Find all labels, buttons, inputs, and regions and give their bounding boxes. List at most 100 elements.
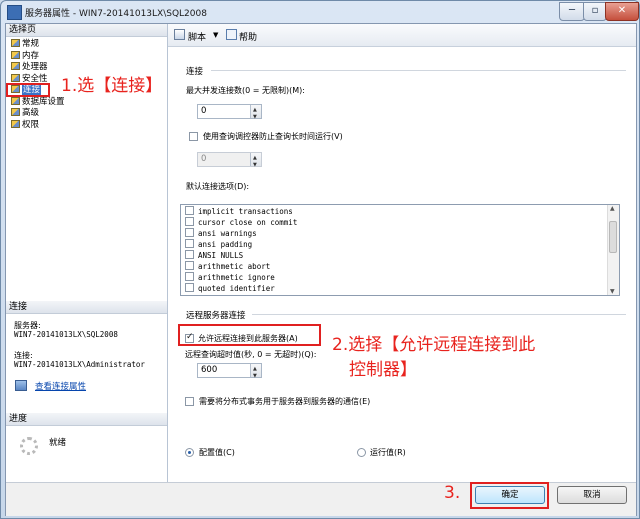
- page-wrench-icon: [11, 119, 20, 128]
- annotation-step3: 3.: [444, 483, 461, 503]
- nav-item[interactable]: 权限: [11, 119, 40, 130]
- list-item[interactable]: ansi warnings: [185, 228, 257, 239]
- annotation-step1: 1.选【连接】: [61, 76, 163, 96]
- nav-item[interactable]: 内存: [11, 50, 40, 61]
- page-wrench-icon: [11, 39, 20, 47]
- remote-timeout-input[interactable]: 600: [197, 363, 262, 383]
- annotation-step2-line2: 控制器】: [349, 360, 417, 380]
- nav-item[interactable]: 处理器: [11, 62, 48, 72]
- nav-item-label: 数据库设置: [22, 96, 65, 107]
- option-checkbox[interactable]: [185, 272, 194, 281]
- list-item[interactable]: arithmetic ignore: [185, 272, 275, 283]
- nav-item-label: 安全性: [22, 73, 48, 84]
- cancel-button[interactable]: 取消: [557, 486, 627, 504]
- maximize-button[interactable]: ▫: [583, 2, 607, 21]
- script-button[interactable]: 脚本: [188, 30, 206, 43]
- select-page-header: 选择页: [6, 24, 167, 37]
- option-label: ansi warnings: [198, 229, 257, 238]
- scroll-thumb[interactable]: [609, 221, 617, 253]
- view-connection-properties-link[interactable]: 查看连接属性: [35, 380, 86, 392]
- max-connections-spinner[interactable]: [250, 104, 261, 124]
- option-checkbox[interactable]: [185, 228, 194, 237]
- distributed-transactions-label: 需要将分布式事务用于服务器到服务器的通信(E): [199, 397, 371, 406]
- app-icon: [7, 5, 22, 20]
- remote-timeout-label: 远程查询超时值(秒, 0 = 无超时)(Q):: [185, 350, 317, 359]
- window-title: 服务器属性 - WIN7-20141013LX\SQL2008: [25, 9, 207, 19]
- nav-item-label: 权限: [22, 119, 40, 130]
- nav-item[interactable]: 常规: [11, 39, 39, 49]
- page-wrench-icon: [11, 50, 20, 59]
- remote-divider: [252, 314, 626, 315]
- nav-item-label: 高级: [22, 108, 40, 118]
- query-governor-value: 0: [201, 154, 207, 164]
- query-governor-spinner[interactable]: [250, 152, 261, 172]
- ok-button-highlight: [470, 482, 549, 509]
- toolbar: 脚本 ▼ 帮助: [168, 24, 636, 47]
- option-checkbox[interactable]: [185, 250, 194, 259]
- help-icon: [226, 29, 237, 40]
- max-connections-label: 最大并发连接数(0 = 无限制)(M):: [186, 86, 305, 95]
- option-label: ANSI NULLS: [198, 251, 244, 260]
- script-icon: [174, 29, 185, 40]
- list-item[interactable]: ansi padding: [185, 239, 252, 250]
- list-item[interactable]: ANSI NULLS: [185, 250, 243, 261]
- nav-item[interactable]: 数据库设置: [11, 96, 65, 107]
- minimize-button[interactable]: ─: [559, 2, 585, 21]
- connection-header: 连接: [6, 301, 167, 314]
- option-label: arithmetic ignore: [198, 273, 275, 282]
- option-checkbox[interactable]: [185, 217, 194, 226]
- list-item[interactable]: arithmetic abort: [185, 261, 270, 272]
- option-label: arithmetic abort: [198, 262, 271, 271]
- dialog-client: 选择页 常规 内存 处理器 安全性 连接 数据库设置 高级 权限 连接 服务器: WIN7-2…: [5, 23, 637, 516]
- default-options-label: 默认连接选项(D):: [186, 182, 250, 191]
- option-label: implicit transactions: [198, 207, 293, 216]
- distributed-transactions-checkbox[interactable]: [185, 397, 194, 406]
- default-options-list[interactable]: implicit transactions cursor close on com…: [180, 204, 620, 296]
- list-item[interactable]: implicit transactions: [185, 206, 293, 217]
- query-governor-label: 使用查询调控器防止查询长时间运行(V): [203, 132, 343, 141]
- server-value: WIN7-20141013LX\SQL2008: [14, 330, 118, 339]
- page-wrench-icon: [11, 108, 20, 116]
- option-checkbox[interactable]: [185, 283, 194, 292]
- close-button[interactable]: ✕: [605, 2, 639, 21]
- title-bar: 服务器属性 - WIN7-20141013LX\SQL2008 ─ ▫ ✕: [1, 1, 639, 23]
- option-checkbox[interactable]: [185, 206, 194, 215]
- page-wrench-icon: [11, 73, 20, 82]
- connections-divider: [211, 70, 626, 71]
- option-checkbox[interactable]: [185, 239, 194, 248]
- list-item[interactable]: cursor close on commit: [185, 217, 297, 228]
- option-label: quoted identifier: [198, 284, 275, 293]
- configured-values-radio[interactable]: [185, 448, 194, 457]
- remote-timeout-spinner[interactable]: [250, 363, 261, 383]
- nav-item-label: 处理器: [22, 62, 48, 72]
- remote-timeout-value: 600: [201, 365, 218, 375]
- max-connections-input[interactable]: 0: [197, 104, 262, 124]
- query-governor-checkbox[interactable]: [189, 132, 198, 141]
- connections-group-label: 连接: [186, 67, 204, 77]
- option-label: cursor close on commit: [198, 218, 298, 227]
- running-values-radio[interactable]: [357, 448, 366, 457]
- scroll-up-icon[interactable]: ▲: [610, 205, 615, 212]
- max-connections-value: 0: [201, 106, 207, 116]
- page-wrench-icon: [11, 96, 20, 105]
- configured-values-label: 配置值(C): [199, 448, 235, 457]
- progress-status: 就绪: [49, 438, 67, 448]
- options-scrollbar[interactable]: ▲ ▼: [607, 205, 619, 295]
- option-checkbox[interactable]: [185, 261, 194, 270]
- page-wrench-icon: [11, 62, 20, 70]
- nav-item[interactable]: 安全性: [11, 73, 48, 84]
- nav-item-label: 内存: [22, 50, 40, 61]
- query-governor-input[interactable]: 0: [197, 152, 262, 172]
- option-label: ansi padding: [198, 240, 253, 249]
- script-dropdown-icon[interactable]: ▼: [213, 31, 218, 39]
- help-button[interactable]: 帮助: [239, 30, 257, 43]
- connection-value: WIN7-20141013LX\Administrator: [14, 360, 145, 369]
- remote-group-label: 远程服务器连接: [186, 311, 246, 321]
- connection-nav-highlight: [6, 83, 50, 97]
- scroll-down-icon[interactable]: ▼: [610, 288, 615, 295]
- allow-remote-highlight: [178, 324, 321, 346]
- list-item[interactable]: quoted identifier: [185, 283, 275, 294]
- progress-header: 进度: [6, 413, 167, 426]
- nav-item[interactable]: 高级: [11, 108, 39, 118]
- running-values-label: 运行值(R): [370, 448, 406, 457]
